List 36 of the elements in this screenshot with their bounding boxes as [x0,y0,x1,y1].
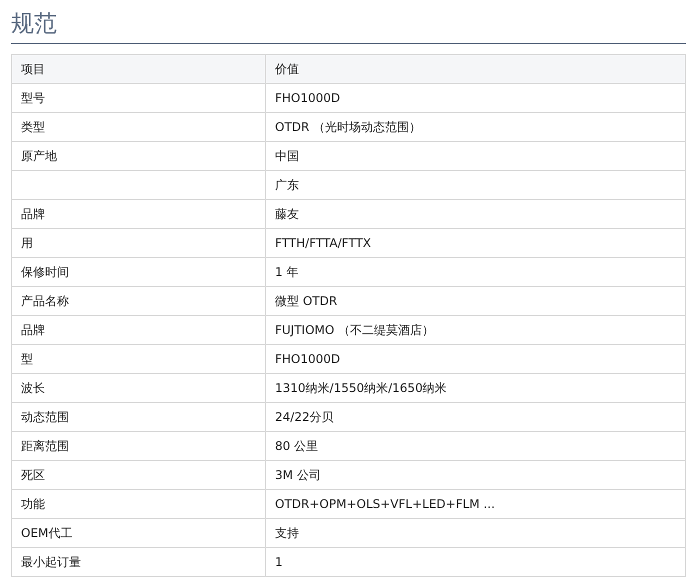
table-cell: 原产地 [12,142,266,170]
table-cell: 微型 OTDR [266,286,686,316]
table-cell: 品牌 [12,316,266,344]
table-cell: OTDR （光时场动态范围） [266,112,686,142]
table-cell: 广东 [266,170,686,200]
table-cell: FHO1000D [266,84,686,112]
table-cell: 波长 [12,374,266,402]
table-cell: 1310纳米/1550纳米/1650纳米 [266,374,686,402]
table-cell: 1 [266,548,686,576]
table-cell: 中国 [266,142,686,170]
table-cell: 型 [12,344,266,374]
table-cell: 死区 [12,460,266,490]
table-cell: 藤友 [266,200,686,228]
table-cell: 型号 [12,84,266,112]
table-cell: 24/22分贝 [266,402,686,432]
table-cell: 保修时间 [12,258,266,286]
table-cell: 用 [12,228,266,258]
table-cell: OEM代工 [12,518,266,548]
table-cell: FTTH/FTTA/FTTX [266,228,686,258]
table-cell: 1 年 [266,258,686,286]
column-header: 项目 [12,54,266,84]
table-cell: OTDR+OPM+OLS+VFL+LED+FLM ... [266,490,686,518]
table-cell: 3M 公司 [266,460,686,490]
table-cell: FHO1000D [266,344,686,374]
table-cell: 动态范围 [12,402,266,432]
column-header: 价值 [266,54,686,84]
table-cell: 产品名称 [12,286,266,316]
table-cell: 距离范围 [12,432,266,460]
table-cell: 最小起订量 [12,548,266,576]
table-cell: 功能 [12,490,266,518]
table-cell: 类型 [12,112,266,142]
table-cell: 80 公里 [266,432,686,460]
table-cell: 品牌 [12,200,266,228]
section-title: 规范 [11,8,686,44]
table-cell: FUJTIOMO （不二缇莫酒店） [266,316,686,344]
table-cell: 支持 [266,518,686,548]
